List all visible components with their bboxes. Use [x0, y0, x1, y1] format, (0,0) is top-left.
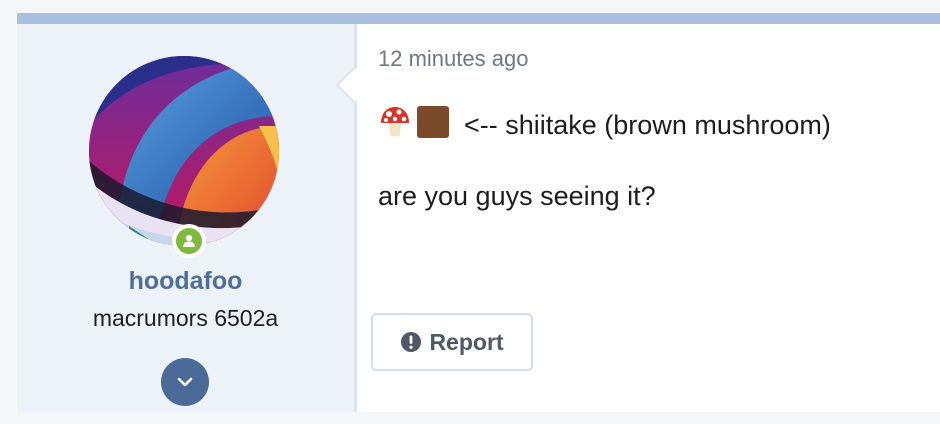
online-status-badge	[172, 224, 206, 258]
brown-square-emoji	[416, 105, 450, 146]
user-panel: hoodafoo macrumors 6502a	[17, 24, 354, 412]
username-link[interactable]: hoodafoo	[17, 267, 354, 296]
post-top-accent-bar	[17, 13, 940, 24]
mushroom-emoji	[378, 105, 412, 146]
exclamation-circle-icon	[400, 331, 422, 353]
forum-post: hoodafoo macrumors 6502a 12 minutes ago	[17, 13, 940, 412]
user-title: macrumors 6502a	[92, 305, 279, 331]
expand-user-info-button[interactable]	[161, 358, 209, 406]
user-online-icon	[176, 228, 202, 254]
user-avatar[interactable]	[89, 56, 279, 246]
chevron-down-icon	[177, 377, 193, 387]
message-line-1: <-- shiitake (brown mushroom)	[378, 105, 831, 146]
message-line-2: are you guys seeing it?	[378, 181, 656, 211]
report-button[interactable]: Report	[371, 313, 533, 371]
report-button-label: Report	[429, 328, 504, 355]
post-timestamp[interactable]: 12 minutes ago	[378, 46, 528, 72]
message-text-1: <-- shiitake (brown mushroom)	[464, 110, 831, 140]
avatar-image	[89, 56, 279, 246]
